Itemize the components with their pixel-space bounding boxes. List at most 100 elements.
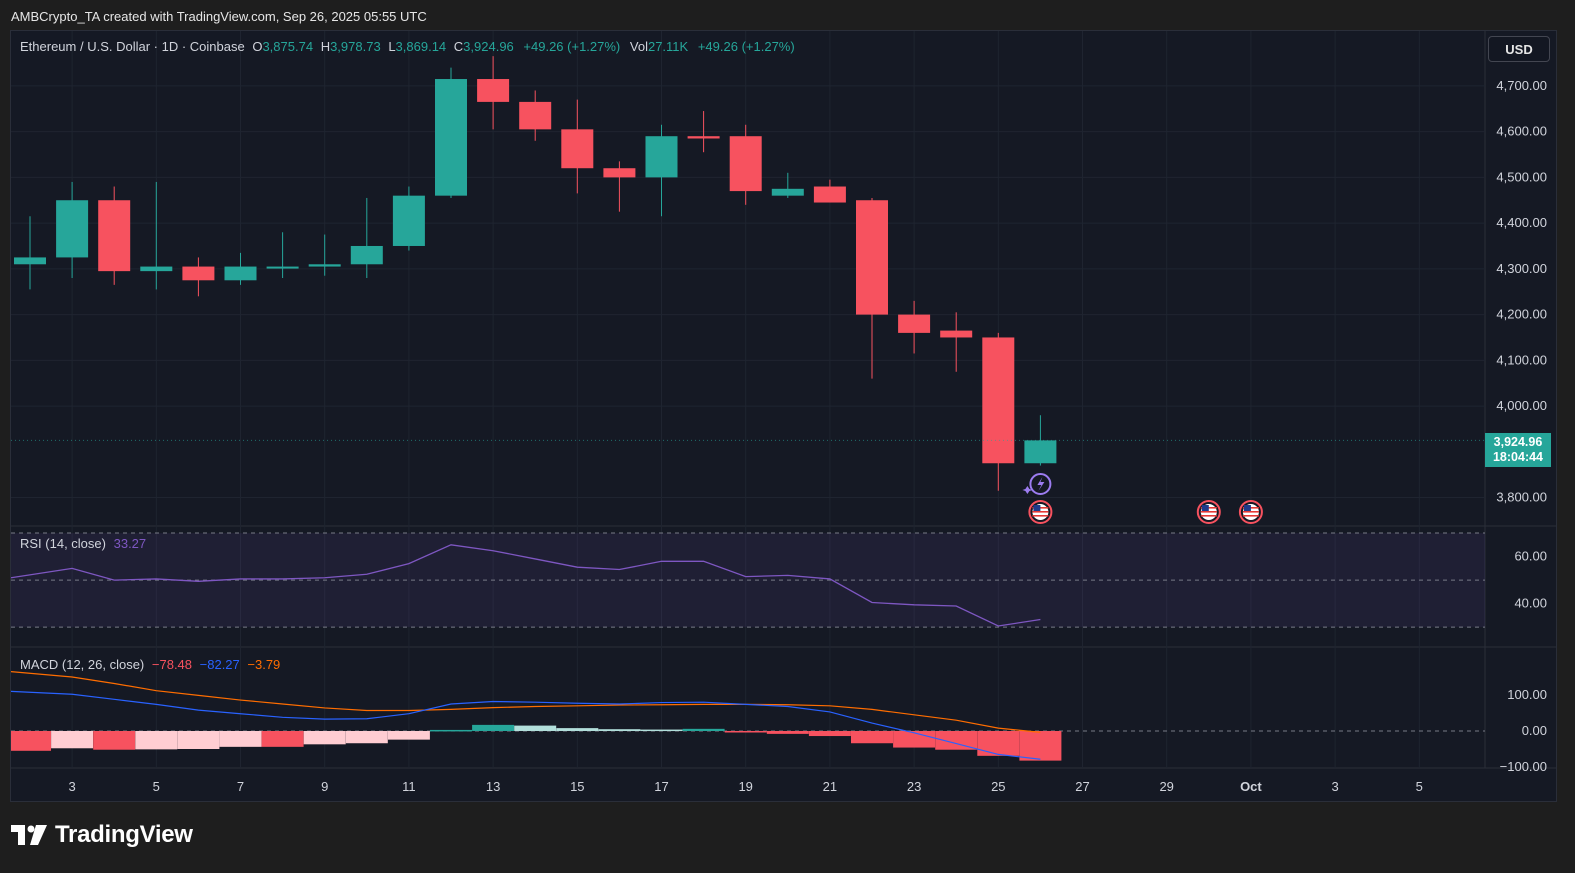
price-axis-label: 4,400.00 xyxy=(1496,215,1547,230)
signal-value: −82.27 xyxy=(199,657,240,672)
macd-histogram-bar xyxy=(472,724,515,731)
rsi-label[interactable]: RSI (14, close) xyxy=(20,536,106,551)
x-tick-label: 21 xyxy=(823,779,837,794)
rsi-axis-label: 40.00 xyxy=(1514,596,1547,611)
x-tick-label: 25 xyxy=(991,779,1005,794)
macd-histogram-bar xyxy=(93,731,136,750)
macd-histogram-bar xyxy=(51,731,94,749)
x-tick-label: Oct xyxy=(1240,779,1262,794)
candle-body xyxy=(98,200,131,272)
x-tick-label: 17 xyxy=(654,779,668,794)
macd-histogram-bar xyxy=(766,731,809,734)
open-label: O xyxy=(252,39,263,54)
macd-legend: MACD (12, 26, close) −78.48 −82.27 −3.79 xyxy=(20,657,280,672)
macd-histogram-bar xyxy=(345,731,388,744)
macd-axis-label: 100.00 xyxy=(1507,687,1547,702)
macd-histogram-bar xyxy=(514,725,557,731)
rsi-legend: RSI (14, close) 33.27 xyxy=(20,536,146,551)
candle-body xyxy=(392,195,425,246)
candle-body xyxy=(308,264,341,267)
us-flag-canton xyxy=(1201,505,1209,511)
macd-histogram-bar xyxy=(851,731,893,744)
dividends-icon xyxy=(1022,473,1052,495)
bar-countdown: 18:04:44 xyxy=(1492,450,1544,464)
high-value: 3,978.73 xyxy=(330,39,381,54)
candle-body xyxy=(519,101,552,130)
currency-button[interactable]: USD xyxy=(1488,36,1550,62)
x-tick-label: 15 xyxy=(570,779,584,794)
chart-canvas[interactable]: 3 5 7 9 11 13 15 17 19 21 23 25 27 29 Oct 3 5 3,800.00 4,0… xyxy=(11,31,1556,801)
x-tick-label: 19 xyxy=(738,779,752,794)
macd-histogram-bar xyxy=(177,731,220,749)
macd-histogram-bar xyxy=(977,731,1020,756)
price-axis-label: 4,600.00 xyxy=(1496,124,1547,139)
volume-change-value: +49.26 (+1.27%) xyxy=(697,39,795,54)
x-tick-label: 27 xyxy=(1075,779,1089,794)
candle-body xyxy=(56,200,89,258)
volume-label: Vol xyxy=(629,39,648,54)
candle-body xyxy=(898,314,931,333)
candle-body xyxy=(856,200,888,315)
candle-body xyxy=(687,136,720,139)
us-flag-stripe xyxy=(1032,515,1049,517)
x-tick-label: 3 xyxy=(68,779,75,794)
candle-body xyxy=(603,168,636,178)
macd-histogram-bar xyxy=(893,731,936,748)
macd-label[interactable]: MACD (12, 26, close) xyxy=(20,657,144,672)
price-axis-label: 4,000.00 xyxy=(1496,398,1547,413)
price-axis-label: 4,700.00 xyxy=(1496,78,1547,93)
candle-body xyxy=(813,186,846,203)
x-tick-label: 29 xyxy=(1159,779,1173,794)
tradingview-mark-icon xyxy=(11,825,47,845)
candle-body xyxy=(771,188,804,196)
macd-histogram-bar xyxy=(11,731,51,751)
price-axis-label: 4,200.00 xyxy=(1496,307,1547,322)
candle-body xyxy=(140,266,173,272)
price-axis-label: 3,800.00 xyxy=(1496,490,1547,505)
us-flag-canton xyxy=(1243,505,1251,511)
us-flag-stripe xyxy=(1032,511,1049,513)
tradingview-wordmark: TradingView xyxy=(55,821,193,848)
histogram-value: −3.79 xyxy=(247,657,281,672)
us-flag-icon xyxy=(1196,500,1221,524)
candle-body xyxy=(940,330,973,338)
macd-histogram-bar xyxy=(808,731,851,737)
x-tick-label: 5 xyxy=(153,779,160,794)
macd-histogram-bar xyxy=(724,731,767,733)
us-flag-icon xyxy=(1028,500,1053,524)
candle-body xyxy=(182,266,215,281)
price-axis-label: 4,100.00 xyxy=(1496,352,1547,367)
price-legend: Ethereum / U.S. Dollar · 1D · Coinbase O… xyxy=(20,39,795,54)
rsi-value: 33.27 xyxy=(113,536,147,551)
tradingview-logo[interactable]: TradingView xyxy=(11,820,193,850)
candle-body xyxy=(435,79,467,196)
candle-body xyxy=(729,136,762,192)
candle-body xyxy=(561,129,594,169)
macd-histogram-bar xyxy=(598,729,641,731)
open-value: 3,875.74 xyxy=(262,39,314,54)
macd-axis-label: 0.00 xyxy=(1522,723,1547,738)
x-tick-label: 23 xyxy=(907,779,921,794)
macd-axis-label: −100.00 xyxy=(1500,759,1547,774)
chart-frame[interactable]: 3 5 7 9 11 13 15 17 19 21 23 25 27 29 Oct 3 5 3,800.00 4,0… xyxy=(10,30,1557,802)
low-label: L xyxy=(388,39,396,54)
rsi-axis-label: 60.00 xyxy=(1514,549,1547,564)
price-axis-label: 4,500.00 xyxy=(1496,169,1547,184)
symbol-label[interactable]: Ethereum / U.S. Dollar · 1D · Coinbase xyxy=(20,39,245,54)
candle-body xyxy=(982,337,1015,464)
us-flag-stripe xyxy=(1242,515,1259,517)
x-tick-label: 5 xyxy=(1416,779,1423,794)
change-value: +49.26 (+1.27%) xyxy=(523,39,621,54)
us-flag-stripe xyxy=(1200,515,1217,517)
macd-histogram-bar xyxy=(135,731,178,750)
macd-value: −78.48 xyxy=(151,657,193,672)
macd-histogram-bar xyxy=(682,728,725,731)
x-tick-label: 13 xyxy=(486,779,500,794)
high-label: H xyxy=(320,39,331,54)
volume-value: 27.11K xyxy=(647,39,689,54)
macd-histogram-bar xyxy=(387,731,430,740)
x-tick-label: 11 xyxy=(402,779,416,794)
x-tick-label: 9 xyxy=(321,779,328,794)
macd-histogram-bar xyxy=(640,729,683,732)
close-value: 3,924.96 xyxy=(463,39,514,54)
